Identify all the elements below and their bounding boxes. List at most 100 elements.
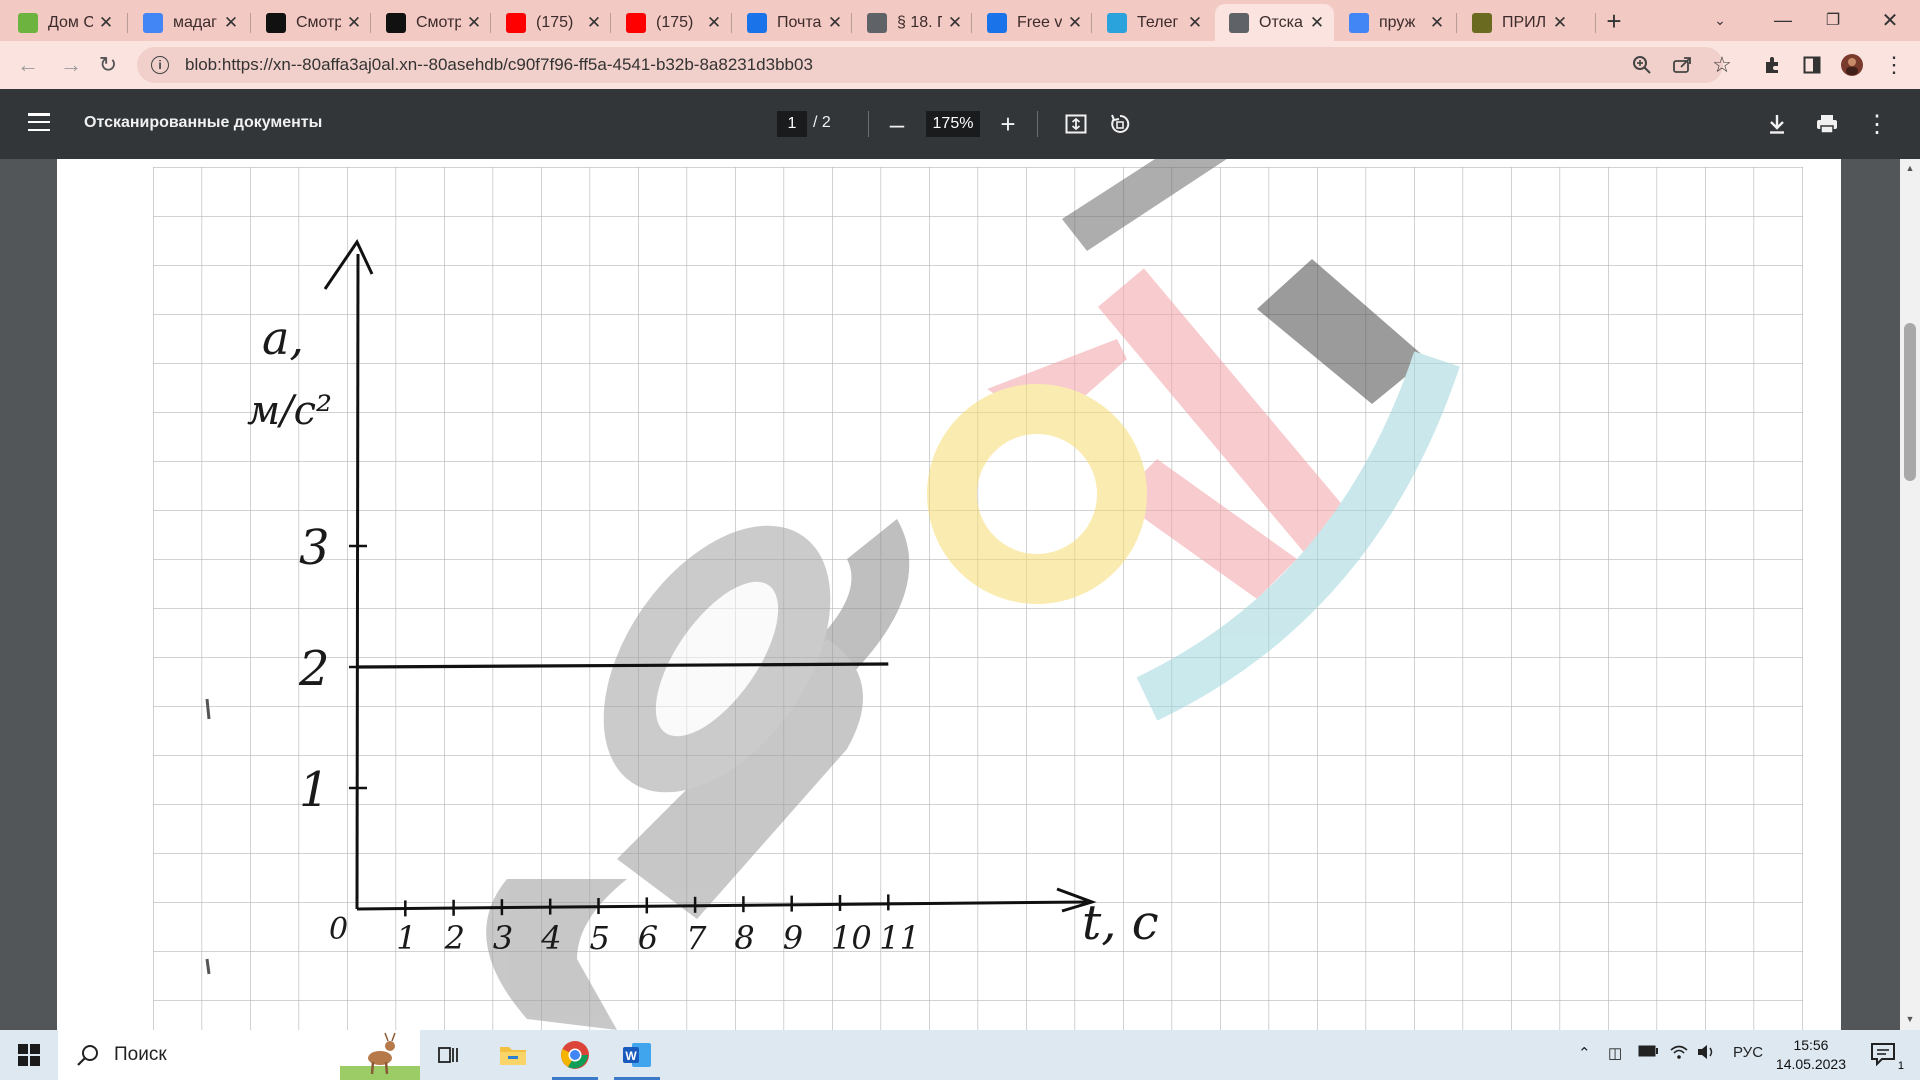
back-button[interactable]: ← [12, 49, 44, 81]
play-icon [266, 12, 286, 33]
download-icon[interactable] [1762, 109, 1792, 139]
tab-close-icon[interactable]: ✕ [97, 13, 115, 33]
sidebar-menu-icon[interactable] [28, 113, 50, 131]
zoom-level-input[interactable]: 175% [926, 111, 980, 137]
x-tick-label: 11 [879, 919, 920, 957]
taskbar-app-word[interactable]: W [608, 1030, 666, 1080]
address-bar[interactable]: i blob:https://xn--80affa3aj0al.xn--80as… [137, 47, 1723, 83]
browser-tab[interactable]: Отска ✕ [1215, 4, 1334, 41]
browser-tab[interactable]: ПРИЛ ✕ [1458, 4, 1577, 41]
browser-tab[interactable]: мадаг ✕ [129, 4, 248, 41]
google-icon [1349, 12, 1369, 33]
tab-strip: Дом С ✕ мадаг ✕ Смотр ✕ Смотр ✕ (175) ✕ (175) ✕ Почт… [0, 0, 1920, 41]
tab-title: Free v [1017, 13, 1062, 31]
tab-close-icon[interactable]: ✕ [1066, 13, 1084, 33]
fit-page-icon[interactable] [1061, 109, 1091, 139]
zoom-in-button[interactable]: + [993, 109, 1023, 139]
tab-close-icon[interactable]: ✕ [1551, 13, 1569, 33]
google-icon [143, 12, 163, 33]
tab-close-icon[interactable]: ✕ [1428, 13, 1446, 33]
tab-title: (175) [656, 13, 694, 31]
bookmark-star-icon[interactable]: ☆ [1706, 49, 1738, 81]
tray-overflow-icon[interactable]: ⌃ [1578, 1044, 1591, 1062]
share-icon[interactable] [1666, 49, 1698, 81]
tab-close-icon[interactable]: ✕ [1308, 13, 1326, 33]
site-info-icon[interactable]: i [151, 56, 169, 74]
task-view-button[interactable] [420, 1030, 478, 1080]
tab-close-icon[interactable]: ✕ [826, 13, 844, 33]
tab-close-icon[interactable]: ✕ [705, 13, 723, 33]
pdf-toolbar: Отсканированные документы 1 / 2 – 175% +… [0, 89, 1920, 159]
tab-close-icon[interactable]: ✕ [1186, 13, 1204, 33]
folder-icon [500, 1047, 526, 1065]
rotate-icon[interactable] [1105, 109, 1135, 139]
taskbar-app-chrome[interactable] [546, 1030, 604, 1080]
x-tick-label: 2 [444, 919, 465, 957]
browser-tab[interactable]: (175) ✕ [492, 4, 611, 41]
battery-icon[interactable] [1638, 1044, 1658, 1061]
taskbar-search[interactable]: Поиск [58, 1030, 420, 1080]
tab-title: Дом С [48, 13, 93, 31]
tab-close-icon[interactable]: ✕ [946, 13, 964, 33]
language-indicator[interactable]: РУС [1733, 1044, 1763, 1061]
chrome-icon [561, 1041, 589, 1069]
circle-icon [1472, 12, 1492, 33]
tab-close-icon[interactable]: ✕ [345, 13, 363, 33]
vertical-scrollbar[interactable]: ▲ ▼ [1900, 159, 1920, 1030]
forward-button[interactable]: → [55, 49, 87, 81]
search-highlight-deer-icon [340, 1032, 420, 1080]
tab-close-icon[interactable]: ✕ [585, 13, 603, 33]
clock[interactable]: 15:56 14.05.2023 [1776, 1036, 1846, 1074]
chrome-menu-icon[interactable]: ⋮ [1878, 49, 1910, 81]
zoom-out-button[interactable]: – [882, 109, 912, 139]
x-tick-label: 6 [638, 919, 658, 957]
new-tab-button[interactable]: + [1597, 4, 1631, 38]
reload-button[interactable]: ↻ [92, 49, 124, 81]
browser-tab[interactable]: Телег ✕ [1093, 4, 1212, 41]
taskbar-app-file-explorer[interactable] [484, 1030, 542, 1080]
notification-center-button[interactable]: 1 [1870, 1042, 1904, 1072]
print-icon[interactable] [1812, 109, 1842, 139]
graph-paper-scan: a, м/с² t, c 0 1 2 3 4 5 6 7 8 9 10 11 123 [153, 159, 1803, 1030]
browser-tab[interactable]: (175) ✕ [612, 4, 731, 41]
tab-close-icon[interactable]: ✕ [465, 13, 483, 33]
browser-tab[interactable]: Дом С ✕ [4, 4, 123, 41]
tab-search-icon[interactable]: ⌄ [1690, 0, 1750, 40]
volume-icon[interactable] [1697, 1044, 1717, 1064]
y-axis [355, 253, 360, 910]
browser-tab[interactable]: Почта ✕ [733, 4, 852, 41]
x-tick-label: 3 [493, 919, 513, 957]
x-tick-label: 9 [783, 919, 803, 957]
tab-title: Почта [777, 13, 822, 31]
side-panel-icon[interactable] [1796, 49, 1828, 81]
browser-tab[interactable]: Free v ✕ [973, 4, 1092, 41]
browser-tab[interactable]: Смотр ✕ [372, 4, 491, 41]
scroll-up-arrow[interactable]: ▲ [1900, 163, 1920, 177]
tab-close-icon[interactable]: ✕ [222, 13, 240, 33]
close-window-button[interactable]: ✕ [1860, 0, 1920, 40]
tab-title: § 18. Г [897, 13, 942, 31]
windows-icon [18, 1044, 40, 1066]
pdf-viewer[interactable]: a, м/с² t, c 0 1 2 3 4 5 6 7 8 9 10 11 123 [0, 159, 1920, 1030]
restore-button[interactable]: ❐ [1803, 0, 1863, 40]
browser-tab[interactable]: § 18. Г ✕ [853, 4, 972, 41]
browser-tab[interactable]: Смотр ✕ [252, 4, 371, 41]
url-text: blob:https://xn--80affa3aj0al.xn--80aseh… [185, 55, 813, 74]
more-options-icon[interactable]: ⋮ [1862, 109, 1892, 139]
wifi-icon[interactable] [1670, 1044, 1688, 1064]
profile-avatar[interactable] [1836, 49, 1868, 81]
page-number-input[interactable]: 1 [777, 111, 807, 137]
start-button[interactable] [0, 1030, 58, 1080]
tab-title: (175) [536, 13, 574, 31]
scroll-down-arrow[interactable]: ▼ [1900, 1014, 1920, 1028]
meet-icon[interactable]: ◫ [1608, 1044, 1622, 1062]
zoom-icon[interactable] [1626, 49, 1658, 81]
tab-title: Смотр [416, 13, 461, 31]
extensions-icon[interactable] [1756, 49, 1788, 81]
taskbar: Поиск W ⌃ ◫ РУС 15:56 14.05.2023 1 [0, 1030, 1920, 1080]
clock-time: 15:56 [1793, 1037, 1829, 1053]
scrollbar-thumb[interactable] [1904, 323, 1916, 481]
browser-tab[interactable]: пруж ✕ [1335, 4, 1454, 41]
tab-title: Отска [1259, 13, 1303, 31]
x-tick-label: 5 [590, 919, 610, 957]
